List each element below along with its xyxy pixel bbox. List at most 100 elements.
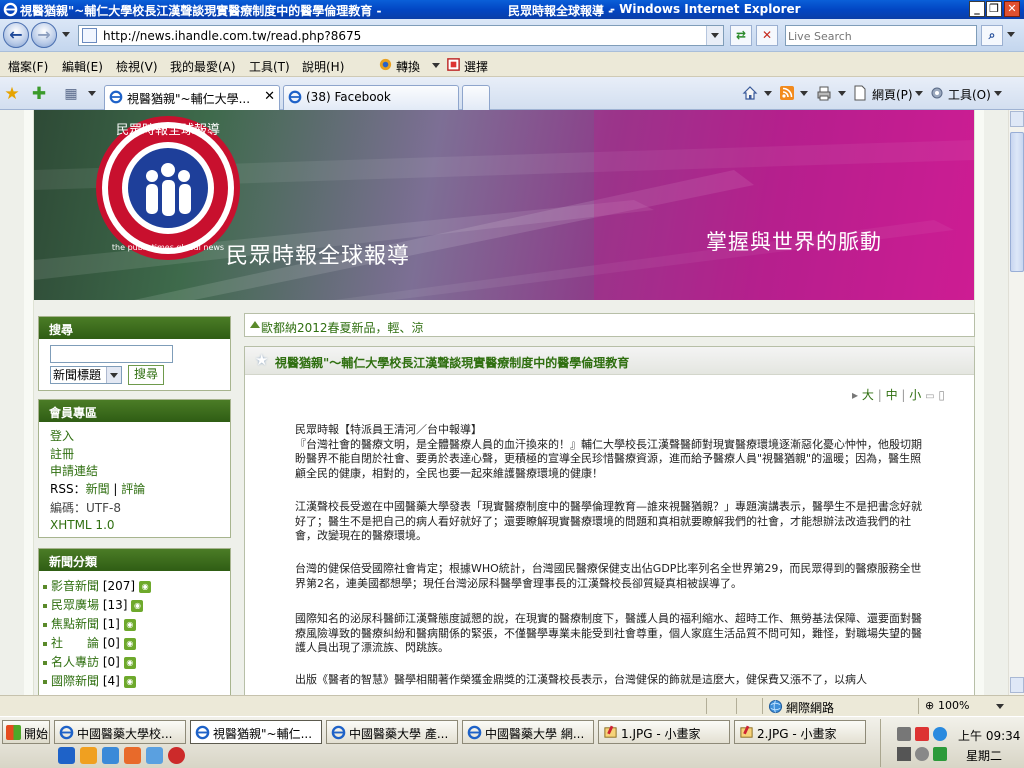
tray-app-icon[interactable]	[915, 727, 929, 741]
quicklaunch-desktop-icon[interactable]	[146, 747, 163, 764]
favorites-star-icon[interactable]: ★	[3, 85, 21, 103]
printer-tray-icon[interactable]	[897, 747, 911, 761]
taskbar-item[interactable]: 中國醫藥大學 產...	[326, 720, 458, 744]
font-size-medium[interactable]: 中	[886, 388, 898, 402]
keyboard-icon[interactable]	[897, 727, 911, 741]
page-viewport[interactable]: 民眾時報全球報導 the publictimes global news 民眾時…	[0, 110, 1008, 695]
rss-icon[interactable]: ◉	[123, 637, 136, 650]
rss-icon[interactable]: ◉	[123, 675, 136, 688]
menu-file[interactable]: 檔案(F)	[8, 58, 48, 75]
address-url[interactable]: http://news.ihandle.com.tw/read.php?8675	[103, 29, 361, 43]
rss-news-link[interactable]: 新聞	[86, 482, 110, 496]
zoom-level[interactable]: 100%	[938, 699, 969, 712]
apply-link[interactable]: 申請連結	[50, 462, 98, 479]
category-item[interactable]: 社 論 [0] ◉	[43, 634, 136, 651]
rss-comment-link[interactable]: 評論	[121, 482, 145, 496]
security-tray-icon[interactable]	[933, 747, 947, 761]
category-item[interactable]: 國際新聞 [4] ◉	[43, 672, 136, 689]
home-dropdown-icon[interactable]	[764, 91, 772, 96]
search-type-select[interactable]: 新聞標題	[50, 366, 122, 384]
back-button[interactable]: ←	[3, 22, 29, 48]
new-tab-button[interactable]	[462, 85, 490, 110]
page-menu-button[interactable]: 網頁(P)	[872, 86, 913, 103]
print-dropdown-icon[interactable]	[838, 91, 846, 96]
rss-icon[interactable]: ◉	[131, 599, 144, 612]
clock-time[interactable]: 上午 09:34	[958, 727, 1020, 744]
taskbar-item[interactable]: 中國醫藥大學 網...	[462, 720, 594, 744]
scroll-up-button[interactable]	[1010, 111, 1024, 127]
site-search-input[interactable]	[50, 345, 173, 363]
zoom-dropdown-icon[interactable]	[996, 704, 1004, 709]
category-name[interactable]: 焦點新聞	[51, 617, 99, 631]
rss-small-icon[interactable]: ▭	[925, 391, 934, 402]
menu-help[interactable]: 說明(H)	[302, 58, 344, 75]
search-button[interactable]: ⌕	[981, 25, 1003, 46]
tools-dropdown-icon[interactable]	[994, 91, 1002, 96]
category-name[interactable]: 社 論	[51, 636, 99, 650]
menu-view[interactable]: 檢視(V)	[116, 58, 158, 75]
tab-article[interactable]: 視醫猶親"~輔仁大學... ✕	[104, 85, 280, 110]
taskbar-item-active[interactable]: 視醫猶親"~輔仁...	[190, 720, 322, 744]
tools-menu-button[interactable]: 工具(O)	[948, 86, 991, 103]
window-title-bar[interactable]: 視醫猶親"~輔仁大學校長江漢聲談現實醫療制度中的醫學倫理教育 - 民眾時報全球報…	[0, 0, 1024, 19]
font-size-small[interactable]: 小	[909, 388, 921, 402]
site-search-button[interactable]: 搜尋	[128, 365, 164, 385]
convert-button[interactable]: 轉換	[396, 58, 420, 75]
close-button[interactable]: ✕	[1004, 1, 1020, 17]
scroll-thumb[interactable]	[1010, 132, 1024, 272]
font-size-large[interactable]: 大	[862, 388, 874, 402]
print-icon[interactable]	[816, 85, 832, 101]
start-button[interactable]: 開始	[2, 720, 50, 744]
forward-button[interactable]: →	[31, 22, 57, 48]
tab-close-icon[interactable]: ✕	[264, 89, 275, 104]
rss-icon[interactable]: ◉	[123, 656, 136, 669]
menu-edit[interactable]: 編輯(E)	[62, 58, 103, 75]
quicklaunch-explorer-icon[interactable]	[102, 747, 119, 764]
category-name[interactable]: 國際新聞	[51, 674, 99, 688]
category-item[interactable]: 影音新聞 [207] ◉	[43, 577, 152, 594]
rss-dropdown-icon[interactable]	[800, 91, 808, 96]
rss-icon[interactable]: ◉	[139, 580, 152, 593]
rss-feed-icon[interactable]	[779, 85, 795, 101]
category-name[interactable]: 影音新聞	[51, 579, 99, 593]
xhtml-link[interactable]: XHTML 1.0	[50, 518, 115, 532]
refresh-button[interactable]: ⇄	[730, 25, 752, 46]
history-dropdown-icon[interactable]	[62, 32, 70, 37]
minimize-button[interactable]: _	[969, 1, 985, 17]
quick-tabs-icon[interactable]: ▦	[62, 85, 80, 103]
promo-link[interactable]: 歐都納2012春夏新品，輕、涼	[261, 319, 424, 336]
address-dropdown-button[interactable]	[706, 26, 723, 45]
search-input[interactable]	[788, 27, 976, 45]
quicklaunch-app-icon[interactable]	[124, 747, 141, 764]
print-page-icon[interactable]: ▯	[938, 388, 945, 402]
home-icon[interactable]	[742, 85, 758, 101]
category-item[interactable]: 民眾廣場 [13] ◉	[43, 596, 144, 613]
menu-tools[interactable]: 工具(T)	[249, 58, 290, 75]
select-button[interactable]: 選擇	[464, 58, 488, 75]
quicklaunch-media-icon[interactable]	[80, 747, 97, 764]
menu-favorites[interactable]: 我的最愛(A)	[170, 58, 236, 75]
search-box[interactable]	[785, 25, 977, 46]
register-link[interactable]: 註冊	[50, 445, 74, 462]
taskbar-item[interactable]: 中國醫藥大學校...	[54, 720, 186, 744]
category-name[interactable]: 民眾廣場	[51, 598, 99, 612]
category-item[interactable]: 焦點新聞 [1] ◉	[43, 615, 136, 632]
network-icon[interactable]	[933, 727, 947, 741]
maximize-button[interactable]: ❐	[986, 1, 1002, 17]
tab-list-dropdown-icon[interactable]	[88, 91, 96, 96]
page-dropdown-icon[interactable]	[915, 91, 923, 96]
quicklaunch-ie-icon[interactable]	[58, 747, 75, 764]
stop-button[interactable]: ✕	[756, 25, 778, 46]
taskbar-item[interactable]: 1.JPG - 小畫家	[598, 720, 730, 744]
search-options-icon[interactable]	[1007, 32, 1015, 37]
login-link[interactable]: 登入	[50, 427, 74, 444]
scroll-down-button[interactable]	[1010, 677, 1024, 693]
rss-icon[interactable]: ◉	[123, 618, 136, 631]
quicklaunch-player-icon[interactable]	[168, 747, 185, 764]
zoom-icon[interactable]: ⊕	[925, 699, 934, 712]
tab-facebook[interactable]: (38) Facebook	[283, 85, 459, 110]
category-name[interactable]: 名人專訪	[51, 655, 99, 669]
taskbar-item[interactable]: 2.JPG - 小畫家	[734, 720, 866, 744]
vertical-scrollbar[interactable]	[1008, 110, 1024, 695]
volume-icon[interactable]	[915, 747, 929, 761]
